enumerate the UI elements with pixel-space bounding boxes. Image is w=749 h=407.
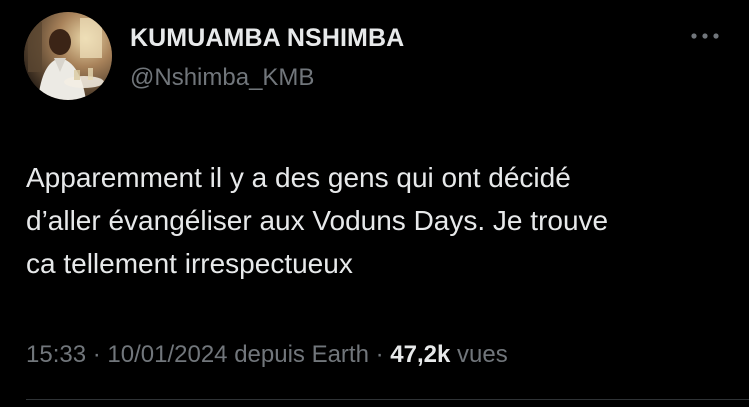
tweet-time[interactable]: 15:33 (26, 341, 86, 368)
more-horizontal-icon (691, 33, 719, 39)
tweet-text-line: d’aller évangéliser aux Voduns Days. Je … (26, 205, 609, 236)
author-handle[interactable]: @Nshimba_KMB (130, 64, 314, 92)
tweet-card: KUMUAMBA NSHIMBA @Nshimba_KMB Apparemmen… (0, 0, 749, 407)
avatar[interactable] (24, 12, 112, 100)
divider (26, 399, 749, 400)
tweet-meta: 15:33 · 10/01/2024 depuis Earth · 47,2k … (26, 341, 508, 369)
more-button[interactable] (688, 24, 722, 48)
avatar-photo (24, 12, 112, 100)
tweet-date[interactable]: 10/01/2024 (107, 341, 227, 368)
tweet-text-line: Apparemment il y a des gens qui ont déci… (26, 162, 571, 193)
meta-separator: · (86, 341, 108, 368)
views-label: vues (457, 341, 508, 368)
tweet-text-line: ca tellement irrespectueux (26, 248, 353, 279)
tweet-text: Apparemment il y a des gens qui ont déci… (26, 156, 731, 285)
tweet-source: depuis Earth (234, 341, 369, 368)
author-name[interactable]: KUMUAMBA NSHIMBA (130, 24, 404, 53)
meta-separator: · (368, 341, 391, 368)
views-count[interactable]: 47,2k (390, 341, 450, 368)
